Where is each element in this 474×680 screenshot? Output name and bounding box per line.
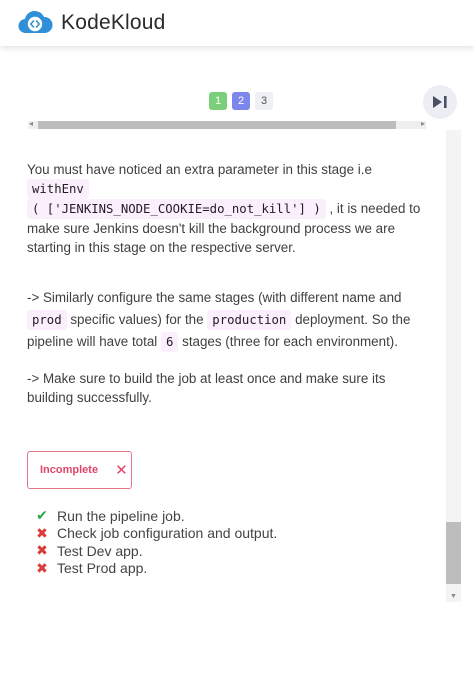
code-production: production: [207, 310, 292, 330]
code-prod: prod: [27, 310, 67, 330]
page-2-button[interactable]: 2: [232, 92, 250, 110]
skip-to-end-button[interactable]: [423, 85, 457, 119]
brand-name: KodeKloud: [61, 11, 166, 34]
lesson-content: You must have noticed an extra parameter…: [27, 160, 427, 407]
horizontal-scroll-thumb[interactable]: [38, 121, 396, 129]
scroll-left-icon[interactable]: ◂: [29, 119, 33, 128]
list-item: ✖ Check job configuration and output.: [36, 524, 278, 542]
vertical-scroll-thumb[interactable]: [446, 522, 461, 584]
check-icon: ✔: [36, 507, 48, 524]
horizontal-scrollbar[interactable]: ◂ ▸: [28, 119, 426, 129]
list-item: ✖ Test Dev app.: [36, 542, 143, 559]
list-item: ✔ Run the pipeline job.: [36, 507, 185, 524]
top-bar: KodeKloud: [0, 0, 474, 46]
cross-icon: ✖: [36, 524, 48, 541]
step-pagination: 1 2 3: [209, 92, 273, 110]
cross-icon: ✖: [36, 542, 48, 559]
paragraph-withenv: You must have noticed an extra parameter…: [27, 162, 421, 255]
paragraph-prod-stages: -> Similarly configure the same stages (…: [27, 287, 427, 353]
cross-icon: ✖: [36, 559, 48, 576]
code-withenv: withEnv: [27, 179, 89, 199]
scroll-right-icon[interactable]: ▸: [421, 119, 425, 128]
code-stage-count: 6: [161, 332, 179, 352]
page-1-button[interactable]: 1: [209, 92, 227, 110]
task-checklist: ✔ Run the pipeline job. ✖ Check job config…: [35, 507, 277, 577]
status-badge[interactable]: Incomplete ✕: [27, 451, 132, 489]
vertical-scrollbar[interactable]: ▼: [446, 130, 461, 602]
close-icon: ✕: [115, 461, 128, 479]
scroll-down-icon[interactable]: ▼: [450, 593, 457, 600]
status-label: Incomplete: [40, 464, 99, 476]
code-jenkins-cookie: ( ['JENKINS_NODE_COOKIE=do_not_kill'] ): [27, 199, 326, 219]
skip-end-icon: [433, 96, 447, 108]
list-item: ✖ Test Prod app.: [36, 559, 148, 577]
kodekloud-cloud-icon: [18, 10, 53, 34]
paragraph-build-job: -> Make sure to build the job at least o…: [27, 371, 386, 405]
logo[interactable]: KodeKloud: [17, 10, 166, 36]
page-3-button[interactable]: 3: [255, 92, 273, 110]
